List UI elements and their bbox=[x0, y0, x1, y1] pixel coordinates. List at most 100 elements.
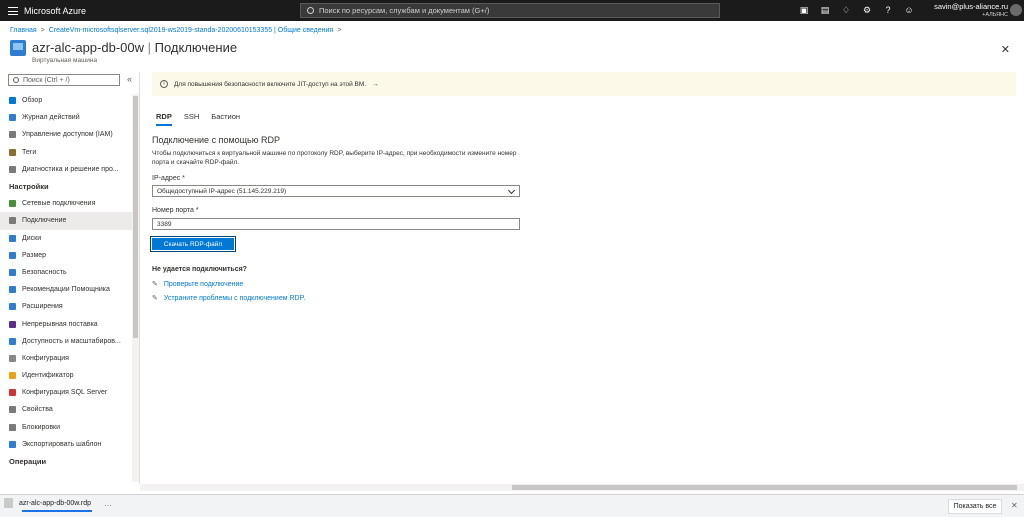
horizontal-scrollbar-thumb[interactable] bbox=[512, 485, 1017, 490]
port-number-input[interactable]: 3389 bbox=[152, 218, 520, 230]
sidebar-item[interactable]: Блокировки bbox=[0, 419, 132, 436]
section-title: Подключение с помощью RDP bbox=[152, 135, 280, 145]
download-rdp-button[interactable]: Скачать RDP-файл bbox=[150, 236, 236, 252]
search-icon bbox=[307, 7, 314, 14]
sidebar-item-label: Непрерывная поставка bbox=[22, 320, 98, 328]
section-description: Чтобы подключиться к виртуальной машине … bbox=[152, 150, 517, 166]
chevron-right-icon: > bbox=[337, 27, 342, 34]
top-bar: Microsoft Azure Поиск по ресурсам, служб… bbox=[0, 0, 1024, 21]
sidebar-item-icon bbox=[9, 286, 16, 294]
directory-filter-icon[interactable]: ▤ bbox=[818, 3, 832, 17]
download-file-name: azr-alc-app-db-00w.rdp bbox=[19, 499, 91, 507]
sidebar-item-label: Журнал действий bbox=[22, 114, 80, 122]
info-icon: i bbox=[160, 80, 168, 88]
troubleshoot-rdp-label: Устраните проблемы с подключением RDP. bbox=[163, 294, 306, 302]
hamburger-icon[interactable] bbox=[8, 6, 18, 15]
breadcrumb-deployment[interactable]: CreateVm-microsoftsqlserver.sql2019-ws20… bbox=[49, 27, 333, 34]
sidebar-item[interactable]: Теги bbox=[0, 144, 132, 161]
sidebar-item[interactable]: Сетевые подключения bbox=[0, 195, 132, 212]
sidebar-item-icon bbox=[9, 131, 16, 139]
sidebar-item[interactable]: Непрерывная поставка bbox=[0, 315, 132, 332]
sidebar-item[interactable]: Размер bbox=[0, 247, 132, 264]
close-icon[interactable]: ✕ bbox=[1011, 501, 1018, 510]
sidebar-item[interactable]: Подключение bbox=[0, 212, 132, 230]
sidebar-item-label: Идентификатор bbox=[22, 372, 74, 380]
ip-address-select[interactable]: Общедоступный IP-адрес (51.145.229.219) bbox=[152, 185, 520, 197]
sidebar-item-icon bbox=[9, 97, 16, 105]
sidebar-item-label: Рекомендации Помощника bbox=[22, 286, 110, 294]
sidebar-item[interactable]: Диагностика и решение про... bbox=[0, 161, 132, 178]
sidebar-item-icon bbox=[9, 406, 16, 414]
breadcrumb-home[interactable]: Главная bbox=[10, 27, 37, 34]
tab-ssh[interactable]: SSH bbox=[184, 112, 199, 126]
global-search-input[interactable]: Поиск по ресурсам, службам и документам … bbox=[300, 3, 720, 18]
sidebar-item[interactable]: Рекомендации Помощника bbox=[0, 281, 132, 298]
sidebar-item-label: Подключение bbox=[22, 217, 67, 225]
sidebar-item-icon bbox=[9, 320, 16, 328]
ip-label: IP-адрес * bbox=[152, 175, 185, 182]
sidebar-item[interactable]: Диски bbox=[0, 230, 132, 247]
sidebar-item-icon bbox=[9, 200, 16, 208]
feedback-icon[interactable]: ☺ bbox=[902, 3, 916, 17]
sidebar-item[interactable]: Обзор bbox=[0, 92, 132, 109]
check-connection-label: Проверьте подключение bbox=[163, 280, 244, 288]
account-info[interactable]: savin@plus-aliance.ru +АЛЬЯНС bbox=[934, 3, 1008, 19]
banner-text: Для повышения безопасности включите JIT-… bbox=[174, 80, 367, 88]
more-options-icon[interactable]: ··· bbox=[104, 501, 112, 510]
title-separator: | bbox=[147, 40, 152, 55]
sidebar-item-label: Диски bbox=[22, 234, 42, 242]
sidebar-item-label: Экспортировать шаблон bbox=[22, 440, 102, 448]
port-label: Номер порта * bbox=[152, 207, 199, 214]
avatar[interactable] bbox=[1010, 4, 1022, 16]
sidebar-nav: Обзор Журнал действий Управление доступом … bbox=[0, 92, 132, 470]
download-progress bbox=[22, 510, 92, 512]
sidebar-item-label: Конфигурация bbox=[22, 354, 69, 362]
sidebar-item[interactable]: Конфигурация bbox=[0, 350, 132, 367]
search-icon bbox=[13, 77, 19, 83]
sidebar-item-icon bbox=[9, 389, 16, 397]
page-header: azr-alc-app-db-00w | Подключение Виртуал… bbox=[10, 40, 237, 64]
close-icon[interactable]: ✕ bbox=[1001, 43, 1010, 56]
help-icon[interactable]: ? bbox=[881, 3, 895, 17]
sidebar-item-label: Блокировки bbox=[22, 423, 61, 431]
check-connection-link[interactable]: ✎ Проверьте подключение bbox=[152, 280, 244, 289]
page-title: azr-alc-app-db-00w | Подключение bbox=[32, 40, 237, 55]
link-icon: ✎ bbox=[152, 281, 158, 288]
settings-gear-icon[interactable]: ⚙ bbox=[860, 3, 874, 17]
sidebar-item[interactable]: Конфигурация SQL Server bbox=[0, 384, 132, 401]
sidebar-scrollbar-thumb[interactable] bbox=[133, 96, 138, 338]
sidebar-item[interactable]: Расширения bbox=[0, 298, 132, 315]
sidebar-search-input[interactable]: Поиск (Ctrl + /) bbox=[8, 74, 120, 86]
sidebar-item[interactable]: Доступность и масштабиров... bbox=[0, 333, 132, 350]
troubleshoot-rdp-link[interactable]: ✎ Устраните проблемы с подключением RDP. bbox=[152, 294, 306, 303]
vm-name: azr-alc-app-db-00w bbox=[32, 40, 144, 55]
download-item[interactable]: azr-alc-app-db-00w.rdp bbox=[4, 498, 91, 508]
sidebar-group-heading: Операции bbox=[9, 457, 47, 467]
ip-address-value: Общедоступный IP-адрес (51.145.229.219) bbox=[157, 187, 287, 195]
arrow-right-icon: → bbox=[372, 80, 379, 88]
tab-rdp[interactable]: RDP bbox=[156, 112, 172, 126]
file-icon bbox=[4, 498, 13, 508]
sidebar-item-label: Управление доступом (IAM) bbox=[22, 131, 113, 139]
sidebar-item-icon bbox=[9, 303, 16, 311]
sidebar-search-placeholder: Поиск (Ctrl + /) bbox=[23, 76, 70, 84]
port-number-value: 3389 bbox=[157, 220, 172, 228]
jit-banner[interactable]: i Для повышения безопасности включите JI… bbox=[152, 72, 1016, 96]
account-org: +АЛЬЯНС bbox=[982, 12, 1008, 18]
sidebar-item[interactable]: Свойства bbox=[0, 401, 132, 418]
sidebar-item-label: Расширения bbox=[22, 303, 63, 311]
tab-bastion[interactable]: Бастион bbox=[211, 112, 240, 126]
sidebar-item[interactable]: Экспортировать шаблон bbox=[0, 436, 132, 453]
sidebar-item[interactable]: Управление доступом (IAM) bbox=[0, 126, 132, 143]
download-bar: azr-alc-app-db-00w.rdp ··· Показать все … bbox=[0, 494, 1024, 517]
sidebar-item[interactable]: Журнал действий bbox=[0, 109, 132, 126]
cloud-shell-icon[interactable]: ▣ bbox=[797, 3, 811, 17]
notifications-icon[interactable]: ♢ bbox=[839, 3, 853, 17]
brand[interactable]: Microsoft Azure bbox=[0, 6, 120, 16]
brand-label: Microsoft Azure bbox=[24, 5, 87, 16]
sidebar-item[interactable]: Безопасность bbox=[0, 264, 132, 281]
collapse-sidebar-icon[interactable]: « bbox=[127, 74, 132, 84]
sidebar-item[interactable]: Идентификатор bbox=[0, 367, 132, 384]
sidebar-item-label: Конфигурация SQL Server bbox=[22, 389, 108, 397]
show-all-button[interactable]: Показать все bbox=[948, 499, 1002, 514]
